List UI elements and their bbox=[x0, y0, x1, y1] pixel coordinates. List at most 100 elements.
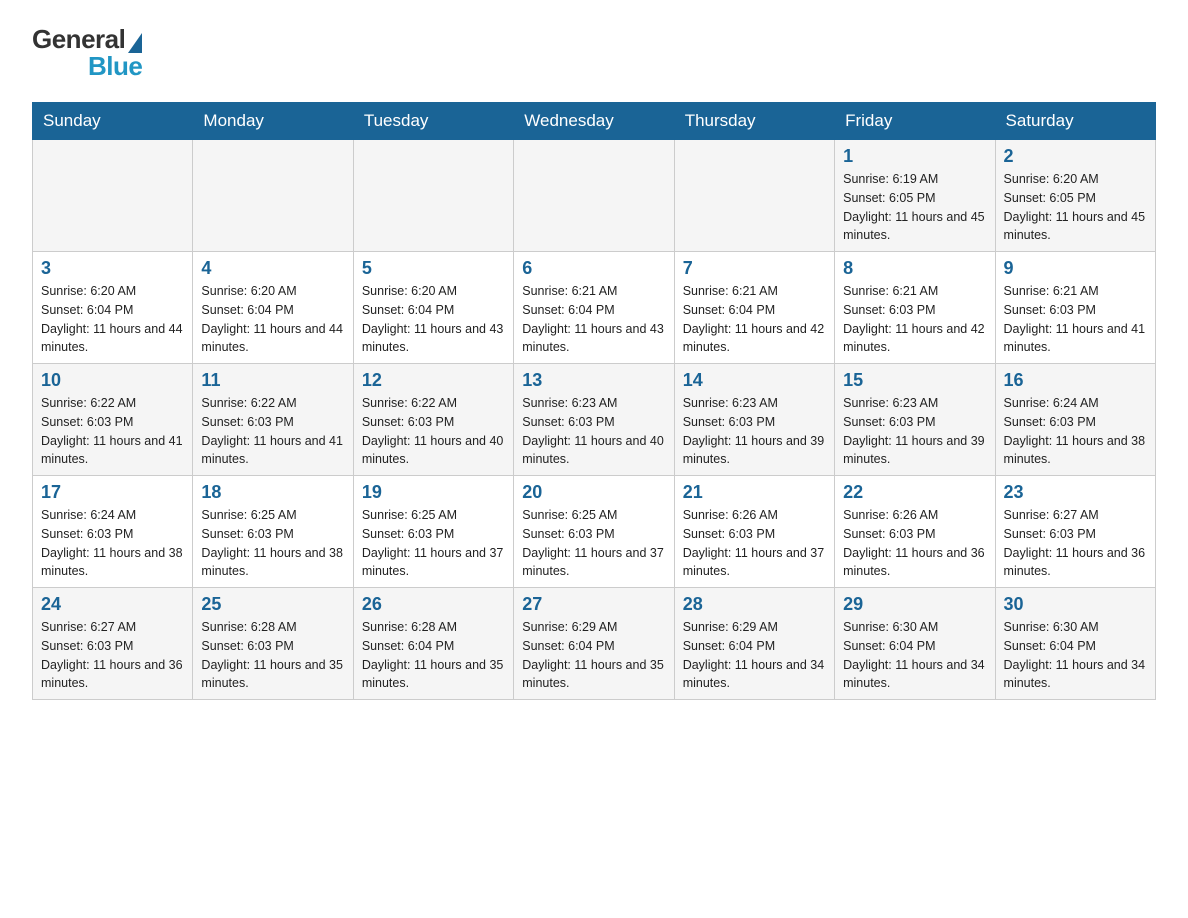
calendar-cell: 9 Sunrise: 6:21 AMSunset: 6:03 PMDaylight… bbox=[995, 252, 1155, 364]
weekday-header-tuesday: Tuesday bbox=[353, 103, 513, 140]
day-number: 11 bbox=[201, 370, 344, 391]
calendar-cell: 11 Sunrise: 6:22 AMSunset: 6:03 PMDayligh… bbox=[193, 364, 353, 476]
calendar-cell: 3 Sunrise: 6:20 AMSunset: 6:04 PMDaylight… bbox=[33, 252, 193, 364]
day-info: Sunrise: 6:26 AMSunset: 6:03 PMDaylight:… bbox=[683, 506, 826, 581]
day-info: Sunrise: 6:20 AMSunset: 6:04 PMDaylight:… bbox=[41, 282, 184, 357]
calendar-cell: 19 Sunrise: 6:25 AMSunset: 6:03 PMDayligh… bbox=[353, 476, 513, 588]
day-number: 8 bbox=[843, 258, 986, 279]
calendar-cell: 15 Sunrise: 6:23 AMSunset: 6:03 PMDayligh… bbox=[835, 364, 995, 476]
day-info: Sunrise: 6:20 AMSunset: 6:04 PMDaylight:… bbox=[201, 282, 344, 357]
day-number: 19 bbox=[362, 482, 505, 503]
day-number: 25 bbox=[201, 594, 344, 615]
day-number: 7 bbox=[683, 258, 826, 279]
logo-triangle-icon bbox=[128, 33, 142, 53]
logo-blue-text: Blue bbox=[88, 51, 142, 82]
day-info: Sunrise: 6:25 AMSunset: 6:03 PMDaylight:… bbox=[362, 506, 505, 581]
page-header: General Blue bbox=[32, 24, 1156, 82]
calendar-week-row: 1 Sunrise: 6:19 AMSunset: 6:05 PMDaylight… bbox=[33, 140, 1156, 252]
day-number: 22 bbox=[843, 482, 986, 503]
calendar-cell bbox=[353, 140, 513, 252]
day-number: 13 bbox=[522, 370, 665, 391]
weekday-header-saturday: Saturday bbox=[995, 103, 1155, 140]
calendar-cell: 30Sunrise: 6:30 AMSunset: 6:04 PMDayligh… bbox=[995, 588, 1155, 700]
day-number: 24 bbox=[41, 594, 184, 615]
calendar-cell: 24 Sunrise: 6:27 AMSunset: 6:03 PMDayligh… bbox=[33, 588, 193, 700]
day-number: 26 bbox=[362, 594, 505, 615]
day-info: Sunrise: 6:22 AMSunset: 6:03 PMDaylight:… bbox=[41, 394, 184, 469]
calendar-cell: 1 Sunrise: 6:19 AMSunset: 6:05 PMDaylight… bbox=[835, 140, 995, 252]
day-info: Sunrise: 6:30 AMSunset: 6:04 PMDaylight:… bbox=[843, 618, 986, 693]
day-info: Sunrise: 6:23 AMSunset: 6:03 PMDaylight:… bbox=[683, 394, 826, 469]
day-info: Sunrise: 6:22 AMSunset: 6:03 PMDaylight:… bbox=[201, 394, 344, 469]
day-number: 14 bbox=[683, 370, 826, 391]
day-number: 1 bbox=[843, 146, 986, 167]
day-number: 3 bbox=[41, 258, 184, 279]
calendar-cell: 18Sunrise: 6:25 AMSunset: 6:03 PMDayligh… bbox=[193, 476, 353, 588]
calendar-cell: 26 Sunrise: 6:28 AMSunset: 6:04 PMDayligh… bbox=[353, 588, 513, 700]
day-info: Sunrise: 6:29 AMSunset: 6:04 PMDaylight:… bbox=[522, 618, 665, 693]
day-number: 15 bbox=[843, 370, 986, 391]
calendar-cell: 5 Sunrise: 6:20 AMSunset: 6:04 PMDaylight… bbox=[353, 252, 513, 364]
calendar-cell: 23Sunrise: 6:27 AMSunset: 6:03 PMDayligh… bbox=[995, 476, 1155, 588]
day-info: Sunrise: 6:23 AMSunset: 6:03 PMDaylight:… bbox=[843, 394, 986, 469]
day-number: 29 bbox=[843, 594, 986, 615]
day-info: Sunrise: 6:21 AMSunset: 6:04 PMDaylight:… bbox=[683, 282, 826, 357]
calendar-cell: 27 Sunrise: 6:29 AMSunset: 6:04 PMDayligh… bbox=[514, 588, 674, 700]
weekday-header-friday: Friday bbox=[835, 103, 995, 140]
weekday-header-thursday: Thursday bbox=[674, 103, 834, 140]
logo: General Blue bbox=[32, 24, 142, 82]
calendar-cell: 14 Sunrise: 6:23 AMSunset: 6:03 PMDayligh… bbox=[674, 364, 834, 476]
day-number: 27 bbox=[522, 594, 665, 615]
day-info: Sunrise: 6:28 AMSunset: 6:04 PMDaylight:… bbox=[362, 618, 505, 693]
day-number: 5 bbox=[362, 258, 505, 279]
calendar-cell: 13 Sunrise: 6:23 AMSunset: 6:03 PMDayligh… bbox=[514, 364, 674, 476]
day-info: Sunrise: 6:19 AMSunset: 6:05 PMDaylight:… bbox=[843, 170, 986, 245]
day-info: Sunrise: 6:20 AMSunset: 6:04 PMDaylight:… bbox=[362, 282, 505, 357]
calendar-cell: 20 Sunrise: 6:25 AMSunset: 6:03 PMDayligh… bbox=[514, 476, 674, 588]
day-info: Sunrise: 6:24 AMSunset: 6:03 PMDaylight:… bbox=[41, 506, 184, 581]
calendar-week-row: 10 Sunrise: 6:22 AMSunset: 6:03 PMDayligh… bbox=[33, 364, 1156, 476]
day-info: Sunrise: 6:24 AMSunset: 6:03 PMDaylight:… bbox=[1004, 394, 1147, 469]
day-info: Sunrise: 6:21 AMSunset: 6:03 PMDaylight:… bbox=[1004, 282, 1147, 357]
day-number: 4 bbox=[201, 258, 344, 279]
weekday-header-sunday: Sunday bbox=[33, 103, 193, 140]
day-number: 12 bbox=[362, 370, 505, 391]
day-info: Sunrise: 6:25 AMSunset: 6:03 PMDaylight:… bbox=[522, 506, 665, 581]
day-number: 10 bbox=[41, 370, 184, 391]
day-number: 20 bbox=[522, 482, 665, 503]
day-info: Sunrise: 6:20 AMSunset: 6:05 PMDaylight:… bbox=[1004, 170, 1147, 245]
day-info: Sunrise: 6:21 AMSunset: 6:03 PMDaylight:… bbox=[843, 282, 986, 357]
day-info: Sunrise: 6:27 AMSunset: 6:03 PMDaylight:… bbox=[1004, 506, 1147, 581]
day-info: Sunrise: 6:23 AMSunset: 6:03 PMDaylight:… bbox=[522, 394, 665, 469]
weekday-header-monday: Monday bbox=[193, 103, 353, 140]
day-info: Sunrise: 6:27 AMSunset: 6:03 PMDaylight:… bbox=[41, 618, 184, 693]
calendar-cell: 28Sunrise: 6:29 AMSunset: 6:04 PMDayligh… bbox=[674, 588, 834, 700]
day-number: 6 bbox=[522, 258, 665, 279]
calendar-cell: 29 Sunrise: 6:30 AMSunset: 6:04 PMDayligh… bbox=[835, 588, 995, 700]
day-info: Sunrise: 6:25 AMSunset: 6:03 PMDaylight:… bbox=[201, 506, 344, 581]
calendar-cell: 16 Sunrise: 6:24 AMSunset: 6:03 PMDayligh… bbox=[995, 364, 1155, 476]
calendar-table: SundayMondayTuesdayWednesdayThursdayFrid… bbox=[32, 102, 1156, 700]
calendar-cell: 22 Sunrise: 6:26 AMSunset: 6:03 PMDayligh… bbox=[835, 476, 995, 588]
day-info: Sunrise: 6:29 AMSunset: 6:04 PMDaylight:… bbox=[683, 618, 826, 693]
calendar-cell: 25 Sunrise: 6:28 AMSunset: 6:03 PMDayligh… bbox=[193, 588, 353, 700]
calendar-cell: 2Sunrise: 6:20 AMSunset: 6:05 PMDaylight… bbox=[995, 140, 1155, 252]
day-info: Sunrise: 6:22 AMSunset: 6:03 PMDaylight:… bbox=[362, 394, 505, 469]
calendar-week-row: 24 Sunrise: 6:27 AMSunset: 6:03 PMDayligh… bbox=[33, 588, 1156, 700]
day-info: Sunrise: 6:26 AMSunset: 6:03 PMDaylight:… bbox=[843, 506, 986, 581]
day-info: Sunrise: 6:28 AMSunset: 6:03 PMDaylight:… bbox=[201, 618, 344, 693]
calendar-cell: 21 Sunrise: 6:26 AMSunset: 6:03 PMDayligh… bbox=[674, 476, 834, 588]
day-info: Sunrise: 6:30 AMSunset: 6:04 PMDaylight:… bbox=[1004, 618, 1147, 693]
weekday-header-wednesday: Wednesday bbox=[514, 103, 674, 140]
day-number: 9 bbox=[1004, 258, 1147, 279]
day-number: 16 bbox=[1004, 370, 1147, 391]
calendar-cell bbox=[193, 140, 353, 252]
calendar-cell bbox=[674, 140, 834, 252]
calendar-cell bbox=[33, 140, 193, 252]
day-info: Sunrise: 6:21 AMSunset: 6:04 PMDaylight:… bbox=[522, 282, 665, 357]
day-number: 21 bbox=[683, 482, 826, 503]
calendar-cell: 4 Sunrise: 6:20 AMSunset: 6:04 PMDaylight… bbox=[193, 252, 353, 364]
calendar-cell: 6 Sunrise: 6:21 AMSunset: 6:04 PMDaylight… bbox=[514, 252, 674, 364]
calendar-week-row: 3 Sunrise: 6:20 AMSunset: 6:04 PMDaylight… bbox=[33, 252, 1156, 364]
calendar-cell: 12 Sunrise: 6:22 AMSunset: 6:03 PMDayligh… bbox=[353, 364, 513, 476]
